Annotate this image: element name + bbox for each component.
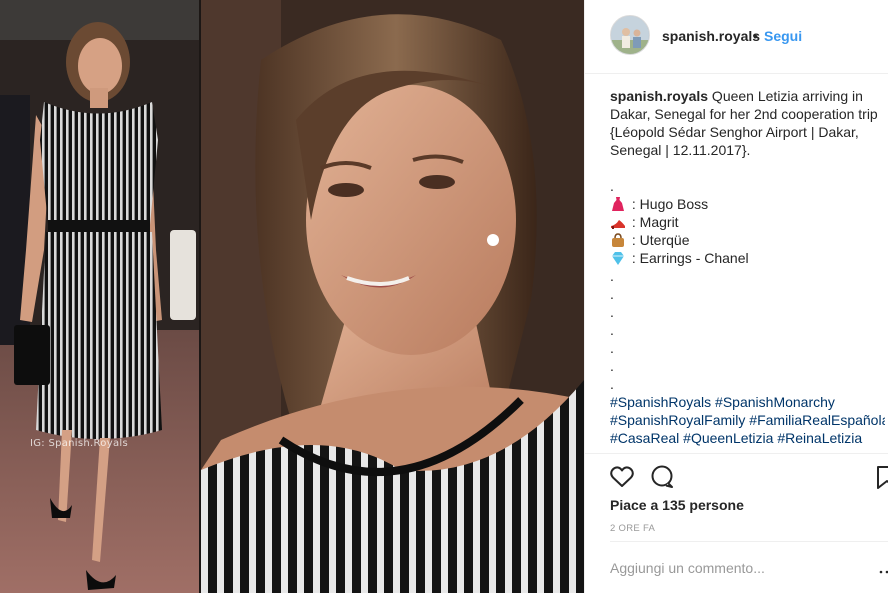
- photo-watermark: IG: Spanish.Royals: [30, 438, 128, 449]
- header-username[interactable]: spanish.royals: [662, 28, 760, 44]
- hashtag-line: #SpanishRoyals #SpanishMonarchy: [610, 393, 885, 411]
- hashtag-link[interactable]: #SpanishRoyals #SpanishMonarchy: [610, 394, 835, 410]
- post-timestamp: 2 ORE FA: [610, 523, 656, 534]
- more-icon[interactable]: [879, 564, 888, 574]
- credit-text: : Uterqüe: [628, 232, 690, 248]
- caption-username[interactable]: spanish.royals: [610, 88, 708, 104]
- caption-text-line: Senegal | 12.11.2017}.: [610, 142, 751, 158]
- caption-dot: .: [610, 286, 614, 302]
- post-side-panel: spanish.royals • Segui spanish.royals Qu…: [584, 0, 888, 593]
- credit-text: : Earrings - Chanel: [628, 250, 749, 266]
- credit-line: : Uterqüe: [610, 231, 885, 249]
- bookmark-icon[interactable]: [875, 464, 888, 490]
- post-header: spanish.royals • Segui: [585, 0, 888, 74]
- caption-text-line: Queen Letizia arriving in: [708, 88, 863, 104]
- portrait-illustration: [201, 0, 584, 593]
- caption-text-line: Dakar, Senegal for her 2nd cooperation t…: [610, 106, 878, 122]
- likes-count[interactable]: Piace a 135 persone: [610, 497, 744, 513]
- follow-button[interactable]: Segui: [764, 28, 802, 44]
- comment-bar: [610, 541, 888, 593]
- gem-icon: [610, 250, 626, 266]
- heart-icon[interactable]: [609, 464, 635, 490]
- comment-input[interactable]: [610, 560, 860, 576]
- post-caption: spanish.royals Queen Letizia arriving in…: [610, 87, 885, 452]
- post-photo[interactable]: IG: Spanish.Royals: [0, 0, 584, 593]
- comment-icon[interactable]: [649, 464, 675, 490]
- photo-portrait: [201, 0, 584, 593]
- hashtag-link[interactable]: #CasaReal #QueenLetizia #ReinaLetizia: [610, 430, 862, 446]
- avatar[interactable]: [610, 15, 650, 55]
- full-length-illustration: [0, 0, 199, 593]
- hashtag-line: #CasaReal #QueenLetizia #ReinaLetizia: [610, 429, 885, 447]
- handbag-icon: [610, 232, 626, 248]
- caption-text-line: {Léopold Sédar Senghor Airport | Dakar,: [610, 124, 859, 140]
- credit-line: : Hugo Boss: [610, 195, 885, 213]
- header-separator: •: [753, 28, 758, 44]
- hashtag-link[interactable]: #SpanishRoyalFamily #FamiliaRealEspañola: [610, 412, 885, 428]
- high-heel-icon: [610, 214, 626, 230]
- photo-full-length: [0, 0, 199, 593]
- caption-dot: .: [610, 322, 614, 338]
- caption-dot: .: [610, 268, 614, 284]
- caption-dot: .: [610, 178, 614, 194]
- credit-text: : Hugo Boss: [628, 196, 709, 212]
- action-bar: [585, 453, 888, 500]
- caption-dot: .: [610, 304, 614, 320]
- caption-dot: .: [610, 358, 614, 374]
- credit-line: : Earrings - Chanel: [610, 249, 885, 267]
- caption-dot: .: [610, 340, 614, 356]
- dress-icon: [610, 196, 626, 212]
- credit-text: : Magrit: [628, 214, 679, 230]
- caption-dot: .: [610, 376, 614, 392]
- hashtag-line: #SpanishRoyalFamily #FamiliaRealEspañola: [610, 411, 885, 429]
- avatar-image: [611, 16, 649, 54]
- credit-line: : Magrit: [610, 213, 885, 231]
